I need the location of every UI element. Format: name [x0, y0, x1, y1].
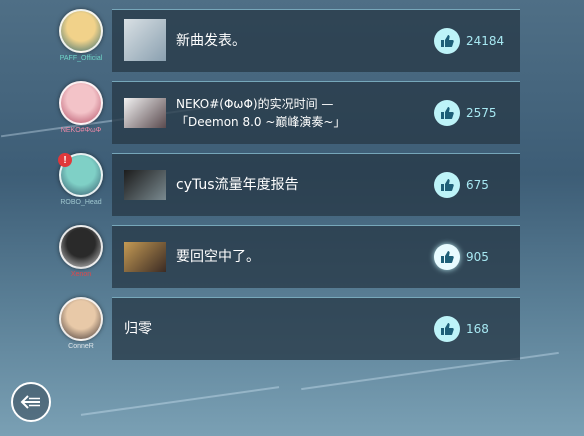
post-message-line: 新曲发表。 — [176, 33, 246, 49]
like-group: 905 — [434, 244, 489, 270]
like-button[interactable] — [434, 100, 460, 126]
post-message: 要回空中了。 — [176, 226, 426, 288]
avatar[interactable] — [59, 81, 103, 125]
post-message: 新曲发表。 — [176, 10, 426, 72]
like-group: 2575 — [434, 100, 497, 126]
thumbs-up-icon — [441, 107, 454, 119]
post-card[interactable]: 归零 168 — [112, 297, 520, 360]
like-button[interactable] — [434, 316, 460, 342]
post-card[interactable]: cyTus流量年度报告 675 — [112, 153, 520, 216]
like-count: 675 — [466, 178, 489, 192]
post-thumbnail[interactable] — [124, 98, 166, 128]
thumbs-up-icon — [441, 323, 454, 335]
post-row: PAFF_Official 新曲发表。 24184 — [0, 9, 584, 81]
like-group: 675 — [434, 172, 489, 198]
avatar[interactable] — [59, 297, 103, 341]
post-message: 归零 — [124, 298, 374, 360]
avatar-group[interactable]: Xenon — [58, 225, 104, 287]
post-card[interactable]: 新曲发表。 24184 — [112, 9, 520, 72]
username: PAFF_Official — [59, 55, 103, 62]
thumbs-up-icon — [441, 179, 454, 191]
avatar[interactable] — [59, 225, 103, 269]
post-card[interactable]: 要回空中了。 905 — [112, 225, 520, 288]
back-arrow-icon — [20, 395, 40, 409]
thumbs-up-icon — [441, 35, 454, 47]
avatar-group[interactable]: PAFF_Official — [58, 9, 104, 71]
username: ConneR — [68, 343, 94, 350]
post-row: Xenon 要回空中了。 905 — [0, 225, 584, 297]
post-row: ! ROBO_Head cyTus流量年度报告 675 — [0, 153, 584, 225]
like-button[interactable] — [434, 172, 460, 198]
like-count: 24184 — [466, 34, 505, 48]
like-count: 168 — [466, 322, 489, 336]
like-count: 2575 — [466, 106, 497, 120]
post-message-line: 归零 — [124, 321, 152, 337]
post-message-line: 要回空中了。 — [176, 249, 260, 265]
post-message: cyTus流量年度报告 — [176, 154, 426, 216]
like-button[interactable] — [434, 244, 460, 270]
thumbs-up-icon — [441, 251, 454, 263]
post-message-line: NEKO#(ΦωΦ)的实况时间 — — [176, 97, 334, 111]
post-message: NEKO#(ΦωΦ)的实况时间 — 「Deemon 8.0 ~巅峰演奏~」 — [176, 82, 426, 144]
username: ROBO_Head — [60, 199, 102, 206]
post-thumbnail[interactable] — [124, 242, 166, 272]
username: Xenon — [70, 271, 92, 278]
username: NEKO#ΦωΦ — [60, 127, 102, 134]
like-group: 168 — [434, 316, 489, 342]
like-count: 905 — [466, 250, 489, 264]
post-thumbnail[interactable] — [124, 19, 166, 61]
like-group: 24184 — [434, 28, 504, 54]
avatar-group[interactable]: ConneR — [58, 297, 104, 359]
post-feed: PAFF_Official 新曲发表。 24184 NEKO#ΦωΦ NEKO#… — [0, 0, 584, 436]
back-button[interactable] — [11, 382, 51, 422]
like-button[interactable] — [434, 28, 460, 54]
notification-badge: ! — [58, 153, 72, 167]
avatar[interactable] — [59, 9, 103, 53]
post-card[interactable]: NEKO#(ΦωΦ)的实况时间 — 「Deemon 8.0 ~巅峰演奏~」 25… — [112, 81, 520, 144]
post-thumbnail[interactable] — [124, 170, 166, 200]
avatar-group[interactable]: ! ROBO_Head — [58, 153, 104, 215]
avatar-group[interactable]: NEKO#ΦωΦ — [58, 81, 104, 143]
post-message-line: 「Deemon 8.0 ~巅峰演奏~」 — [176, 115, 346, 129]
post-message-line: cyTus流量年度报告 — [176, 177, 299, 193]
post-row: ConneR 归零 168 — [0, 297, 584, 369]
post-row: NEKO#ΦωΦ NEKO#(ΦωΦ)的实况时间 — 「Deemon 8.0 ~… — [0, 81, 584, 153]
